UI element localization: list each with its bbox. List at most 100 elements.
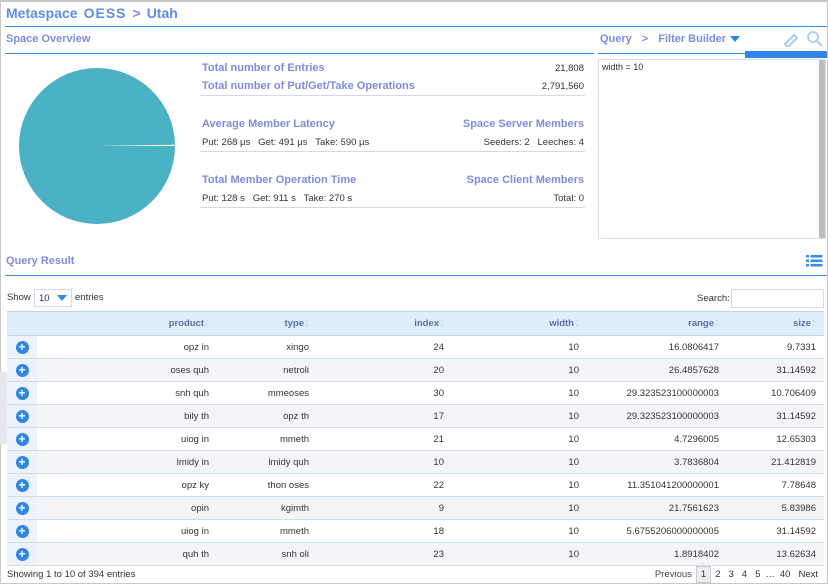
table-row[interactable]: + lmidy in lmidy quh 10 10 3.7836804 21.412819 <box>7 450 824 474</box>
cell-index: 20 <box>317 358 452 382</box>
column-header-index[interactable]: index <box>317 311 452 336</box>
table-row[interactable]: + oses quh netroli 20 10 26.4857628 31.14592 <box>7 358 824 382</box>
cell-width: 10 <box>452 519 587 543</box>
cell-width: 10 <box>452 358 587 382</box>
expand-row-plus-icon[interactable]: + <box>15 432 29 446</box>
table-row[interactable]: + opin kgimth 9 10 21.7561623 5.83986 <box>7 496 824 520</box>
cell-product: opz in <box>37 335 217 359</box>
server-members-label: Space Server Members <box>462 118 584 130</box>
latency-value: Put: 268 μs Get: 491 μs Take: 590 μs <box>202 137 370 148</box>
page-length-value: 10 <box>39 292 50 304</box>
pager-page-3[interactable]: 3 <box>724 567 737 582</box>
expand-cell: + <box>7 519 37 543</box>
cell-index: 18 <box>317 519 452 543</box>
breadcrumb-oess[interactable]: OESS <box>84 5 127 21</box>
cell-index: 17 <box>317 404 452 428</box>
expand-row-plus-icon[interactable]: + <box>15 363 29 377</box>
expand-row-plus-icon[interactable]: + <box>15 501 29 515</box>
query-text-area[interactable]: width = 10 <box>598 59 826 239</box>
list-icon <box>806 255 823 267</box>
table-row[interactable]: + uiog in mmeth 21 10 4.7296005 12.65303 <box>7 427 824 451</box>
expand-cell: + <box>7 542 37 566</box>
edit-query-button[interactable] <box>782 31 800 50</box>
pagination: Previous 1 2 3 4 5 … 40 Next <box>651 566 822 583</box>
show-label: Show <box>7 292 31 303</box>
column-list-button[interactable] <box>806 254 823 271</box>
pager-next[interactable]: Next <box>794 567 822 582</box>
pager-page-1[interactable]: 1 <box>695 566 712 583</box>
cell-product: uiog in <box>37 427 217 451</box>
expand-row-plus-icon[interactable]: + <box>15 478 29 492</box>
pager-ellipsis: … <box>765 569 775 580</box>
pager-page-last[interactable]: 40 <box>776 567 795 582</box>
expand-row-plus-icon[interactable]: + <box>15 340 29 354</box>
cell-index: 22 <box>317 473 452 497</box>
column-header-range[interactable]: range <box>587 311 727 336</box>
breadcrumb-metaspace[interactable]: Metaspace <box>6 5 78 21</box>
cell-type: snh oli <box>217 542 317 566</box>
expand-row-plus-icon[interactable]: + <box>15 386 29 400</box>
query-label[interactable]: Query <box>600 33 632 45</box>
column-header-size[interactable]: size <box>727 311 824 336</box>
column-header-product[interactable]: product <box>37 311 217 336</box>
expand-cell: + <box>7 358 37 382</box>
expand-row-plus-icon[interactable]: + <box>15 409 29 423</box>
pager-previous[interactable]: Previous <box>651 567 696 582</box>
filter-builder-dropdown[interactable]: Filter Builder <box>658 33 741 45</box>
table-row[interactable]: + snh quh mmeoses 30 10 29.323523100000003 10.… <box>7 381 824 405</box>
pager-page-4[interactable]: 4 <box>738 567 751 582</box>
expand-cell: + <box>7 404 37 428</box>
ops-value: 2,791,560 <box>541 81 584 92</box>
table-row[interactable]: + uiog in mmeth 18 10 5.6755206000000005 31.14… <box>7 519 824 543</box>
overview-divider <box>5 53 594 54</box>
cell-size: 12.65303 <box>727 427 824 451</box>
cell-width: 10 <box>452 450 587 474</box>
cell-range: 1.8918402 <box>587 542 727 566</box>
expand-row-plus-icon[interactable]: + <box>15 547 29 561</box>
cell-index: 30 <box>317 381 452 405</box>
cell-range: 11.351041200000001 <box>587 473 727 497</box>
cell-range: 16.0806417 <box>587 335 727 359</box>
space-overview-title: Space Overview <box>6 33 91 45</box>
cell-range: 26.4857628 <box>587 358 727 382</box>
column-header-width[interactable]: width <box>452 311 587 336</box>
client-members-value: Total: 0 <box>553 193 584 204</box>
table-row[interactable]: + quh th snh oli 23 10 1.8918402 13.62634 <box>7 542 824 566</box>
result-divider <box>5 275 827 276</box>
table-row[interactable]: + bily th opz th 17 10 29.323523100000003 31.1… <box>7 404 824 428</box>
column-header-type[interactable]: type <box>217 311 317 336</box>
cell-type: xingo <box>217 335 317 359</box>
cell-index: 24 <box>317 335 452 359</box>
table-row[interactable]: + opz ky thon oses 22 10 11.351041200000001 7.… <box>7 473 824 497</box>
table-info: Showing 1 to 10 of 394 entries <box>7 569 136 580</box>
cell-size: 21.412819 <box>727 450 824 474</box>
expand-cell: + <box>7 381 37 405</box>
query-scrollbar[interactable] <box>819 60 825 238</box>
table-row[interactable]: + opz in xingo 24 10 16.0806417 9.7331 <box>7 335 824 359</box>
sort-icon <box>715 319 719 328</box>
page-length-select[interactable]: 10 <box>34 289 72 307</box>
expand-row-plus-icon[interactable]: + <box>15 455 29 469</box>
query-header: Query > Filter Builder <box>600 33 741 45</box>
cell-width: 10 <box>452 542 587 566</box>
expand-row-plus-icon[interactable]: + <box>15 524 29 538</box>
search-query-button[interactable] <box>806 30 824 51</box>
pencil-icon <box>783 33 799 49</box>
breadcrumb-utah[interactable]: Utah <box>147 5 178 21</box>
search-input[interactable] <box>731 289 824 308</box>
cell-width: 10 <box>452 473 587 497</box>
pager-page-2[interactable]: 2 <box>711 567 724 582</box>
expand-column-header <box>7 311 37 336</box>
cell-width: 10 <box>452 496 587 520</box>
expand-cell: + <box>7 496 37 520</box>
cell-product: opin <box>37 496 217 520</box>
sort-icon <box>812 319 816 328</box>
sort-icon <box>205 319 209 328</box>
optime-label: Total Member Operation Time <box>202 174 357 186</box>
entries-label-text: entries <box>75 292 104 303</box>
search-label: Search: <box>697 293 730 304</box>
pager-page-5[interactable]: 5 <box>751 567 764 582</box>
cell-index: 23 <box>317 542 452 566</box>
cell-product: bily th <box>37 404 217 428</box>
filter-builder-label: Filter Builder <box>658 33 727 45</box>
